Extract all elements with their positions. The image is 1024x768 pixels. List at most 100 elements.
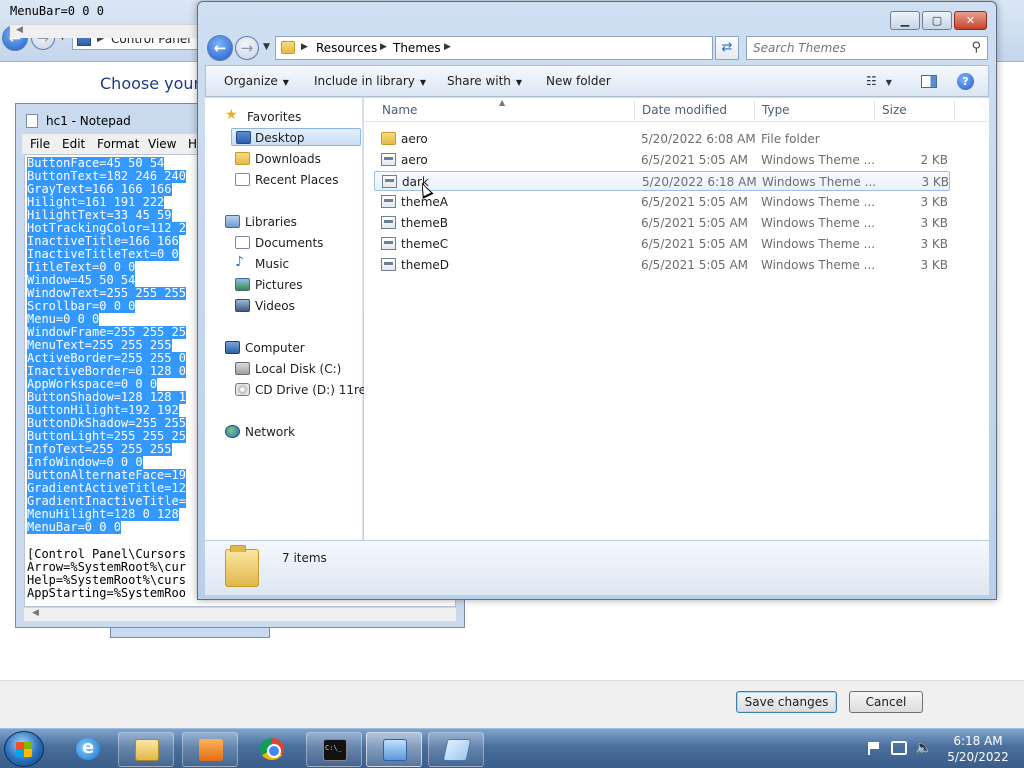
notepad-horizontal-scrollbar[interactable]: ◀ xyxy=(24,607,456,621)
column-name[interactable]: Name xyxy=(382,103,417,117)
column-divider[interactable] xyxy=(954,100,955,120)
network-tray-icon[interactable] xyxy=(891,741,907,755)
chevron-down-icon: ▼ xyxy=(885,78,892,87)
nav-pictures[interactable]: Pictures xyxy=(235,276,361,294)
organize-button[interactable]: Organize ▼ xyxy=(224,74,289,88)
file-type: Windows Theme ... xyxy=(761,216,876,230)
control-panel-icon xyxy=(383,739,407,761)
taskbar-chrome[interactable] xyxy=(244,732,300,767)
save-changes-button[interactable]: Save changes xyxy=(736,691,837,713)
nav-libraries[interactable]: Libraries xyxy=(225,213,361,231)
file-browser-window[interactable]: ▁ ▢ ✕ ← → ▼ ▶ Resources ▶ Themes ▶ ▼ ⇄ ⚲… xyxy=(197,1,997,600)
column-size[interactable]: Size xyxy=(882,103,907,117)
file-row-hovered[interactable]: dark 5/20/2022 6:18 AM Windows Theme ...… xyxy=(374,171,950,191)
menu-format[interactable]: Format xyxy=(97,137,139,151)
menu-view[interactable]: View xyxy=(148,137,176,151)
new-folder-button[interactable]: New folder xyxy=(546,74,611,88)
file-type: Windows Theme ... xyxy=(761,237,876,251)
preview-pane-icon[interactable] xyxy=(921,75,937,88)
nav-desktop[interactable]: Desktop xyxy=(231,128,361,146)
file-row[interactable]: themeB 6/5/2021 5:05 AM Windows Theme ..… xyxy=(374,213,950,233)
search-input[interactable] xyxy=(753,40,963,56)
include-in-library-button[interactable]: Include in library ▼ xyxy=(314,74,426,88)
file-date: 6/5/2021 5:05 AM xyxy=(641,153,749,167)
file-row[interactable]: themeD 6/5/2021 5:05 AM Windows Theme ..… xyxy=(374,255,950,275)
column-date-modified[interactable]: Date modified xyxy=(642,103,727,117)
hard-disk-icon xyxy=(235,362,250,375)
nav-desktop-label: Desktop xyxy=(255,131,305,145)
back-icon[interactable]: ← xyxy=(207,35,233,61)
column-divider[interactable] xyxy=(874,100,875,120)
history-chevron-icon[interactable]: ▼ xyxy=(263,42,270,52)
nav-cd-drive[interactable]: CD Drive (D:) 11res xyxy=(235,381,372,399)
refresh-icon[interactable]: ⇄ xyxy=(715,36,739,60)
chevron-right-icon[interactable]: ▶ xyxy=(444,42,451,52)
taskbar-media-player[interactable] xyxy=(182,732,238,767)
taskbar-internet-explorer[interactable] xyxy=(60,732,116,767)
nav-computer-label: Computer xyxy=(245,341,305,355)
share-with-button[interactable]: Share with ▼ xyxy=(447,74,522,88)
file-name: aero xyxy=(401,153,428,167)
file-row[interactable]: themeA 6/5/2021 5:05 AM Windows Theme ..… xyxy=(374,192,950,212)
nav-recent-places[interactable]: Recent Places xyxy=(235,171,361,189)
scroll-left-icon[interactable]: ◀ xyxy=(32,608,39,618)
action-center-flag-icon[interactable] xyxy=(868,742,880,755)
menu-edit[interactable]: Edit xyxy=(62,137,85,151)
search-icon[interactable]: ⚲ xyxy=(971,40,981,55)
notepad-title: hc1 - Notepad xyxy=(46,114,131,128)
navigation-pane: ★ Favorites Desktop Downloads Recent Pla… xyxy=(205,98,372,540)
volume-icon[interactable]: 🔈 xyxy=(915,740,932,756)
nav-music-label: Music xyxy=(255,257,290,271)
notepad-text-line: AppStarting=%SystemRoo xyxy=(27,586,186,600)
nav-computer[interactable]: Computer xyxy=(225,339,361,357)
system-clock[interactable]: 6:18 AM 5/20/2022 xyxy=(935,733,1021,765)
help-icon[interactable]: ? xyxy=(957,73,974,90)
file-name: themeD xyxy=(401,258,450,272)
taskbar-control-panel[interactable] xyxy=(366,732,422,767)
nav-music[interactable]: ♪ Music xyxy=(235,255,361,273)
nav-network[interactable]: Network xyxy=(225,423,361,441)
change-view-button[interactable]: ☷ ▼ xyxy=(866,74,892,88)
column-divider[interactable] xyxy=(754,100,755,120)
menu-file[interactable]: File xyxy=(30,137,50,151)
taskbar-command-prompt[interactable] xyxy=(306,732,362,767)
start-button[interactable] xyxy=(4,731,44,767)
close-button[interactable]: ✕ xyxy=(954,11,987,30)
file-size: 3 KB xyxy=(921,175,949,189)
chevron-down-icon: ▼ xyxy=(419,78,427,87)
chevron-right-icon[interactable]: ▶ xyxy=(380,42,387,52)
nav-downloads[interactable]: Downloads xyxy=(235,150,361,168)
column-divider[interactable] xyxy=(634,100,635,120)
chrome-icon xyxy=(260,738,284,760)
background-window-edge xyxy=(110,628,270,638)
scroll-left-icon[interactable]: ◀ xyxy=(16,25,23,35)
column-type[interactable]: Type xyxy=(762,103,790,117)
view-list-icon: ☷ xyxy=(866,74,877,88)
clock-time: 6:18 AM xyxy=(953,734,1003,748)
menu-help[interactable]: H xyxy=(188,137,197,151)
nav-videos[interactable]: Videos xyxy=(235,297,361,315)
file-type: Windows Theme ... xyxy=(761,153,876,167)
taskbar-windows-explorer[interactable] xyxy=(118,732,174,767)
file-row[interactable]: themeC 6/5/2021 5:05 AM Windows Theme ..… xyxy=(374,234,950,254)
maximize-button[interactable]: ▢ xyxy=(922,11,952,30)
nav-local-disk[interactable]: Local Disk (C:) xyxy=(235,360,361,378)
file-type: Windows Theme ... xyxy=(761,195,876,209)
nav-documents[interactable]: Documents xyxy=(235,234,361,252)
nav-videos-label: Videos xyxy=(255,299,295,313)
nav-favorites[interactable]: ★ Favorites xyxy=(225,108,355,126)
forward-icon[interactable]: → xyxy=(235,36,259,60)
taskbar-notepad[interactable] xyxy=(428,732,484,767)
search-box[interactable]: ⚲ xyxy=(746,36,988,60)
address-bar[interactable]: ▶ Resources ▶ Themes ▶ ▼ xyxy=(275,36,780,60)
minimize-button[interactable]: ▁ xyxy=(890,11,920,30)
breadcrumb-resources[interactable]: Resources xyxy=(316,41,377,55)
nav-pictures-label: Pictures xyxy=(255,278,303,292)
file-row[interactable]: aero 6/5/2021 5:05 AM Windows Theme ... … xyxy=(374,150,950,170)
cancel-button[interactable]: Cancel xyxy=(849,691,923,713)
file-list: Name ▲ Date modified Type Size aero 5/20… xyxy=(364,98,989,540)
file-row[interactable]: aero 5/20/2022 6:08 AM File folder xyxy=(374,129,950,149)
file-name: aero xyxy=(401,132,428,146)
documents-icon xyxy=(235,236,250,249)
breadcrumb-themes[interactable]: Themes xyxy=(393,41,441,55)
